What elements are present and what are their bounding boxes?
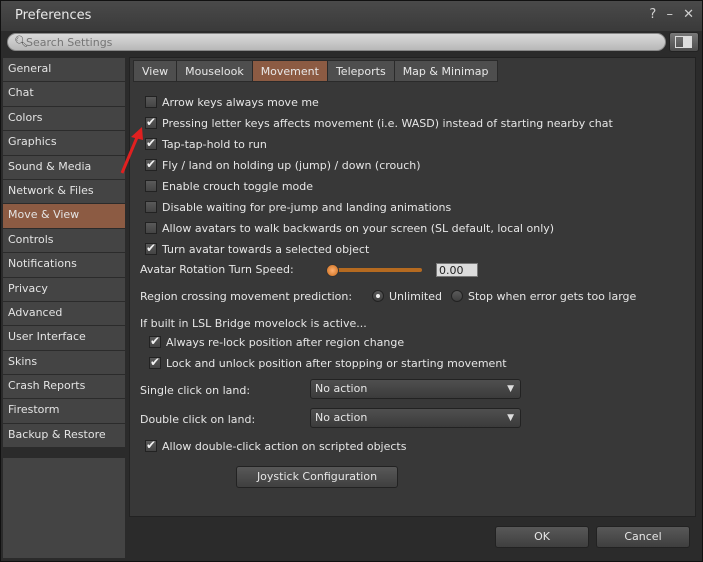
single-click-label: Single click on land: xyxy=(140,384,251,397)
checkbox-label: Allow avatars to walk backwards on your … xyxy=(162,221,555,235)
checkbox[interactable] xyxy=(145,180,157,192)
close-icon[interactable]: ✕ xyxy=(683,7,694,22)
checkbox-label: Pressing letter keys affects movement (i… xyxy=(162,116,613,130)
joystick-configuration-button[interactable]: Joystick Configuration xyxy=(236,466,398,488)
double-click-label: Double click on land: xyxy=(140,413,256,426)
checkbox-label: Disable waiting for pre-jump and landing… xyxy=(162,200,452,214)
checkbox[interactable] xyxy=(145,96,157,108)
tab-movement[interactable]: Movement xyxy=(251,60,327,82)
radio-unlimited-label: Unlimited xyxy=(389,290,442,303)
sidebar-item-user-interface[interactable]: User Interface xyxy=(3,326,125,351)
checkbox[interactable] xyxy=(145,136,157,150)
checkbox[interactable] xyxy=(145,115,157,129)
sidebar-item-privacy[interactable]: Privacy xyxy=(3,277,125,302)
search-bar[interactable]: 🔍︎ xyxy=(7,33,666,51)
checkbox-walk-backwards[interactable]: Allow avatars to walk backwards on your … xyxy=(145,221,554,235)
checkbox-relock-region[interactable]: Always re-lock position after region cha… xyxy=(149,334,405,349)
slider-handle[interactable] xyxy=(326,264,339,277)
rotation-speed-slider[interactable] xyxy=(330,268,422,272)
sidebar-filler xyxy=(3,458,125,558)
sidebar-item-network-files[interactable]: Network & Files xyxy=(3,179,125,205)
sidebar-item-sound-media[interactable]: Sound & Media xyxy=(3,155,125,180)
checkbox-label: Always re-lock position after region cha… xyxy=(166,335,405,349)
radio-stop-when-error[interactable] xyxy=(451,290,463,302)
sidebar-item-notifications[interactable]: Notifications xyxy=(3,253,125,278)
checkbox-fly-land[interactable]: Fly / land on holding up (jump) / down (… xyxy=(145,157,421,172)
sidebar-item-move-view[interactable]: Move & View xyxy=(3,204,125,229)
sidebar-item-controls[interactable]: Controls xyxy=(3,228,125,254)
chevron-down-icon: ▼ xyxy=(507,413,514,423)
sidebar-item-skins[interactable]: Skins xyxy=(3,350,125,376)
region-crossing-label: Region crossing movement prediction: xyxy=(140,290,353,303)
tab-view[interactable]: View xyxy=(133,60,177,82)
sidebar-item-colors[interactable]: Colors xyxy=(3,106,125,132)
chevron-down-icon: ▼ xyxy=(507,384,514,394)
tab-mouselook[interactable]: Mouselook xyxy=(176,60,252,82)
checkbox[interactable] xyxy=(149,334,161,348)
radio-unlimited[interactable] xyxy=(372,290,384,302)
sidebar-item-general[interactable]: General xyxy=(3,58,125,83)
view-toggle-button[interactable] xyxy=(669,32,699,52)
panel-icon xyxy=(683,36,692,48)
rotation-speed-input[interactable]: 0.00 xyxy=(436,263,478,277)
double-click-dropdown[interactable]: No action ▼ xyxy=(310,408,521,428)
checkbox-arrow-keys[interactable]: Arrow keys always move me xyxy=(145,95,319,109)
search-input[interactable] xyxy=(26,34,626,50)
checkbox-crouch-toggle[interactable]: Enable crouch toggle mode xyxy=(145,179,313,193)
checkbox-allow-dblclick-scripted[interactable]: Allow double-click action on scripted ob… xyxy=(145,438,407,453)
cancel-button[interactable]: Cancel xyxy=(596,526,690,548)
lsl-bridge-label: If built in LSL Bridge movelock is activ… xyxy=(140,317,367,330)
sidebar-item-firestorm[interactable]: Firestorm xyxy=(3,399,125,424)
checkbox[interactable] xyxy=(145,222,157,234)
tab-bar: View Mouselook Movement Teleports Map & … xyxy=(133,60,498,82)
ok-button[interactable]: OK xyxy=(495,526,589,548)
checkbox-tap-tap-run[interactable]: Tap-tap-hold to run xyxy=(145,136,267,151)
checkbox-turn-towards-object[interactable]: Turn avatar towards a selected object xyxy=(145,241,370,256)
checkbox[interactable] xyxy=(149,355,161,369)
checkbox-label: Lock and unlock position after stopping … xyxy=(166,356,507,370)
single-click-dropdown[interactable]: No action ▼ xyxy=(310,379,521,399)
tab-teleports[interactable]: Teleports xyxy=(326,60,394,82)
window-title: Preferences xyxy=(15,8,92,23)
checkbox[interactable] xyxy=(145,157,157,171)
checkbox-label: Tap-tap-hold to run xyxy=(162,137,267,151)
sidebar-item-graphics[interactable]: Graphics xyxy=(3,131,125,156)
annotation-arrow-icon xyxy=(120,127,143,174)
radio-stop-label: Stop when error gets too large xyxy=(468,290,637,303)
checkbox[interactable] xyxy=(145,241,157,255)
checkbox-label: Fly / land on holding up (jump) / down (… xyxy=(162,158,421,172)
sidebar-item-backup-restore[interactable]: Backup & Restore xyxy=(3,423,125,449)
sidebar: General Chat Colors Graphics Sound & Med… xyxy=(3,58,125,458)
checkbox-label: Enable crouch toggle mode xyxy=(162,179,314,193)
checkbox[interactable] xyxy=(145,438,157,452)
dropdown-value: No action xyxy=(315,411,368,424)
help-icon[interactable]: ? xyxy=(649,7,656,22)
checkbox-disable-prejump[interactable]: Disable waiting for pre-jump and landing… xyxy=(145,200,451,214)
rotation-speed-label: Avatar Rotation Turn Speed: xyxy=(140,263,294,276)
sidebar-item-crash-reports[interactable]: Crash Reports xyxy=(3,375,125,400)
checkbox-label: Arrow keys always move me xyxy=(162,95,319,109)
title-bar[interactable]: Preferences ? – ✕ xyxy=(1,1,702,31)
checkbox-label: Turn avatar towards a selected object xyxy=(162,242,370,256)
sidebar-item-chat[interactable]: Chat xyxy=(3,82,125,107)
checkbox-label: Allow double-click action on scripted ob… xyxy=(162,439,407,453)
checkbox[interactable] xyxy=(145,201,157,213)
checkbox-wasd-movement[interactable]: Pressing letter keys affects movement (i… xyxy=(145,115,613,130)
dropdown-value: No action xyxy=(315,382,368,395)
minimize-icon[interactable]: – xyxy=(666,7,673,22)
checkbox-lock-unlock-movement[interactable]: Lock and unlock position after stopping … xyxy=(149,355,507,370)
sidebar-item-advanced[interactable]: Advanced xyxy=(3,301,125,327)
tab-map-minimap[interactable]: Map & Minimap xyxy=(393,60,498,82)
